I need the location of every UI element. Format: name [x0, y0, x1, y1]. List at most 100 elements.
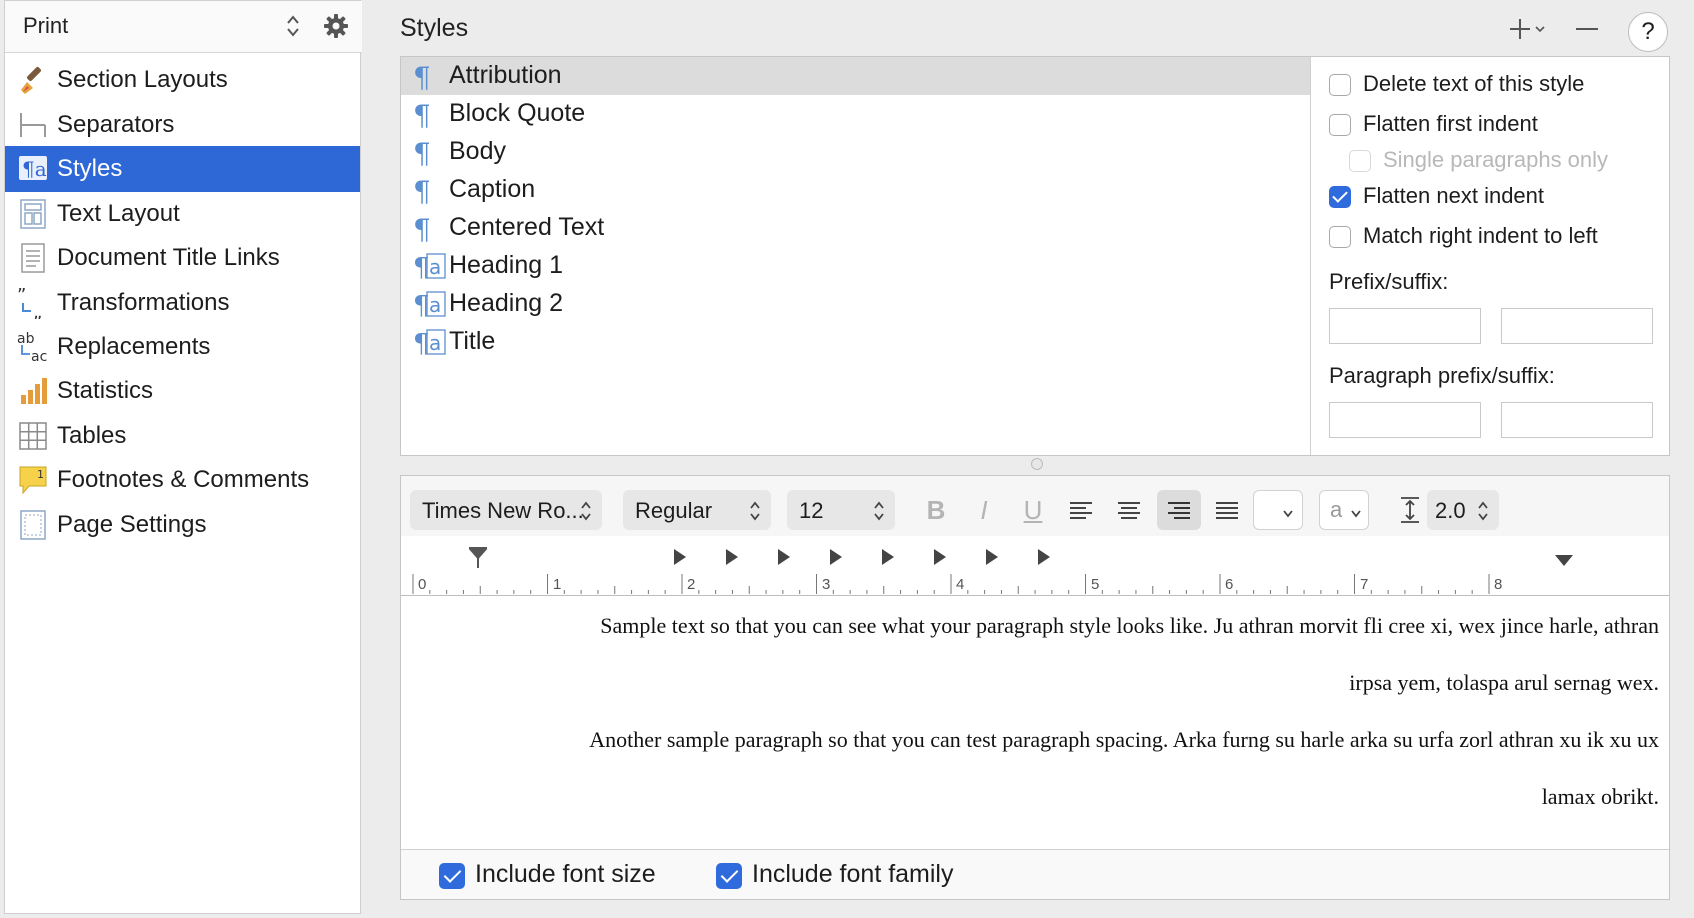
style-row[interactable]: ¶ a Title: [401, 323, 1310, 361]
sidebar: Print Section Layouts Separators ¶a Styl…: [4, 0, 362, 914]
style-row[interactable]: ¶ Block Quote: [401, 95, 1310, 133]
style-row[interactable]: ¶ a Heading 1: [401, 247, 1310, 285]
sidebar-item-label: Transformations: [57, 289, 230, 316]
ruler-number: 7: [1360, 576, 1369, 593]
sample-line: irpsa yem, tolaspa arul sernag wex.: [1349, 670, 1659, 695]
style-row[interactable]: ¶ Centered Text: [401, 209, 1310, 247]
ruler-number: 4: [956, 576, 965, 593]
tab-stop-marker: [882, 549, 894, 565]
paragraph-style-icon: ¶: [413, 175, 431, 208]
sidebar-item-tables[interactable]: Tables: [5, 413, 360, 459]
page-settings-icon: [20, 510, 46, 540]
sidebar-item-label: Separators: [57, 111, 175, 138]
sidebar-item-replacements[interactable]: ab ac Replacements: [5, 324, 360, 370]
style-row[interactable]: ¶ a Heading 2: [401, 285, 1310, 323]
chevron-down-icon: [1283, 510, 1293, 518]
sidebar-item-statistics[interactable]: Statistics: [5, 368, 360, 414]
checkbox-checked[interactable]: [439, 863, 465, 889]
sidebar-item-transformations[interactable]: ” „ Transformations: [5, 280, 360, 326]
page-title: Styles: [400, 14, 469, 42]
italic-button[interactable]: I: [964, 490, 1004, 530]
align-right-button[interactable]: [1157, 490, 1201, 530]
sidebar-item-text-layout[interactable]: Text Layout: [5, 191, 360, 237]
styles-list[interactable]: ¶ Attribution ¶ Block Quote ¶ Body ¶ Cap…: [401, 57, 1310, 455]
font-size-popup[interactable]: 12: [787, 490, 895, 530]
checkbox-checked[interactable]: [716, 863, 742, 889]
font-style-popup[interactable]: Regular: [623, 490, 771, 530]
style-row[interactable]: ¶ Caption: [401, 171, 1310, 209]
suffix-field[interactable]: [1501, 308, 1653, 344]
checkbox-checked[interactable]: [1329, 186, 1351, 208]
styles-icon: ¶a: [19, 156, 47, 181]
prefix-suffix-label: Prefix/suffix:: [1329, 269, 1449, 294]
updown-chevron-icon: [750, 501, 760, 521]
sidebar-item-label: Section Layouts: [57, 66, 228, 93]
sidebar-item-label: Tables: [57, 422, 127, 449]
add-style-button[interactable]: [1508, 12, 1552, 46]
paragraph-character-style-icon: ¶ a: [413, 253, 446, 281]
sample-line: Sample text so that you can see what you…: [600, 613, 1659, 638]
paragraph-style-icon: ¶: [413, 99, 431, 132]
case-popup[interactable]: a: [1319, 490, 1369, 530]
checkbox[interactable]: [1349, 150, 1371, 172]
document-icon: [21, 243, 45, 273]
sample-text-preview: Sample text so that you can see what you…: [401, 597, 1669, 847]
ruler-tick-marks: [412, 574, 1490, 594]
ruler[interactable]: 0 1 2 3 4 5 6 7 8: [401, 536, 1669, 596]
tab-stop-marker: [778, 549, 790, 565]
plus-icon: [1510, 19, 1545, 39]
bold-button[interactable]: B: [916, 490, 956, 530]
svg-text:a: a: [429, 331, 441, 355]
sidebar-item-label: Statistics: [57, 377, 154, 404]
ruler-number: 6: [1225, 576, 1234, 593]
format-toolbar: Times New Ro... Regular 12 B I U a 2.0: [401, 476, 1669, 536]
sidebar-item-document-title-links[interactable]: Document Title Links: [5, 235, 360, 281]
underline-button[interactable]: U: [1013, 490, 1053, 530]
sample-line: lamax obrikt.: [1541, 784, 1659, 809]
bar-chart-icon: [21, 378, 47, 404]
sample-line: Another sample paragraph so that you can…: [589, 727, 1659, 752]
replace-ab-ac-icon: ab ac: [17, 331, 47, 363]
align-justify-icon[interactable]: [1207, 490, 1247, 530]
line-spacing-popup[interactable]: 2.0: [1427, 490, 1499, 530]
sidebar-item-label: Replacements: [57, 333, 211, 360]
checkbox[interactable]: [1329, 114, 1351, 136]
tab-stop-marker: [674, 549, 686, 565]
sidebar-item-separators[interactable]: Separators: [5, 102, 360, 148]
align-center-icon[interactable]: [1109, 490, 1149, 530]
paintbrush-icon: [21, 67, 41, 94]
checkbox[interactable]: [1329, 74, 1351, 96]
paragraph-prefix-field[interactable]: [1329, 402, 1481, 438]
align-left-icon[interactable]: [1061, 490, 1101, 530]
tab-stop-marker: [726, 549, 738, 565]
font-family-popup[interactable]: Times New Ro...: [410, 490, 602, 530]
sidebar-header[interactable]: Print: [5, 1, 362, 53]
paragraph-style-icon: ¶: [413, 213, 431, 246]
tab-stop-marker: [986, 549, 998, 565]
remove-style-button[interactable]: [1572, 12, 1602, 46]
updown-chevron-icon[interactable]: [285, 13, 301, 39]
quotes-transform-icon: ” „: [17, 287, 42, 319]
style-row[interactable]: ¶ Body: [401, 133, 1310, 171]
paragraph-suffix-field[interactable]: [1501, 402, 1653, 438]
gear-icon[interactable]: [323, 13, 349, 39]
split-view-handle[interactable]: [1031, 458, 1043, 470]
paragraph-character-style-icon: ¶ a: [413, 291, 446, 319]
sidebar-item-page-settings[interactable]: Page Settings: [5, 502, 360, 548]
minus-icon: [1576, 28, 1598, 30]
sidebar-item-section-layouts[interactable]: Section Layouts: [5, 57, 360, 103]
sidebar-item-footnotes-comments[interactable]: 1 Footnotes & Comments: [5, 457, 360, 503]
prefix-field[interactable]: [1329, 308, 1481, 344]
tab-stop-marker: [934, 549, 946, 565]
svg-text:a: a: [429, 293, 441, 317]
color-popup[interactable]: [1253, 490, 1303, 530]
style-name: Centered Text: [449, 213, 605, 241]
checkbox[interactable]: [1329, 226, 1351, 248]
style-row[interactable]: ¶ Attribution: [401, 57, 1310, 95]
help-button[interactable]: ?: [1628, 12, 1668, 52]
sidebar-item-styles[interactable]: ¶a Styles: [5, 146, 360, 192]
sidebar-item-label: Document Title Links: [57, 244, 280, 271]
updown-chevron-icon: [874, 501, 884, 521]
style-name: Attribution: [449, 61, 562, 89]
paragraph-prefix-suffix-label: Paragraph prefix/suffix:: [1329, 363, 1555, 388]
